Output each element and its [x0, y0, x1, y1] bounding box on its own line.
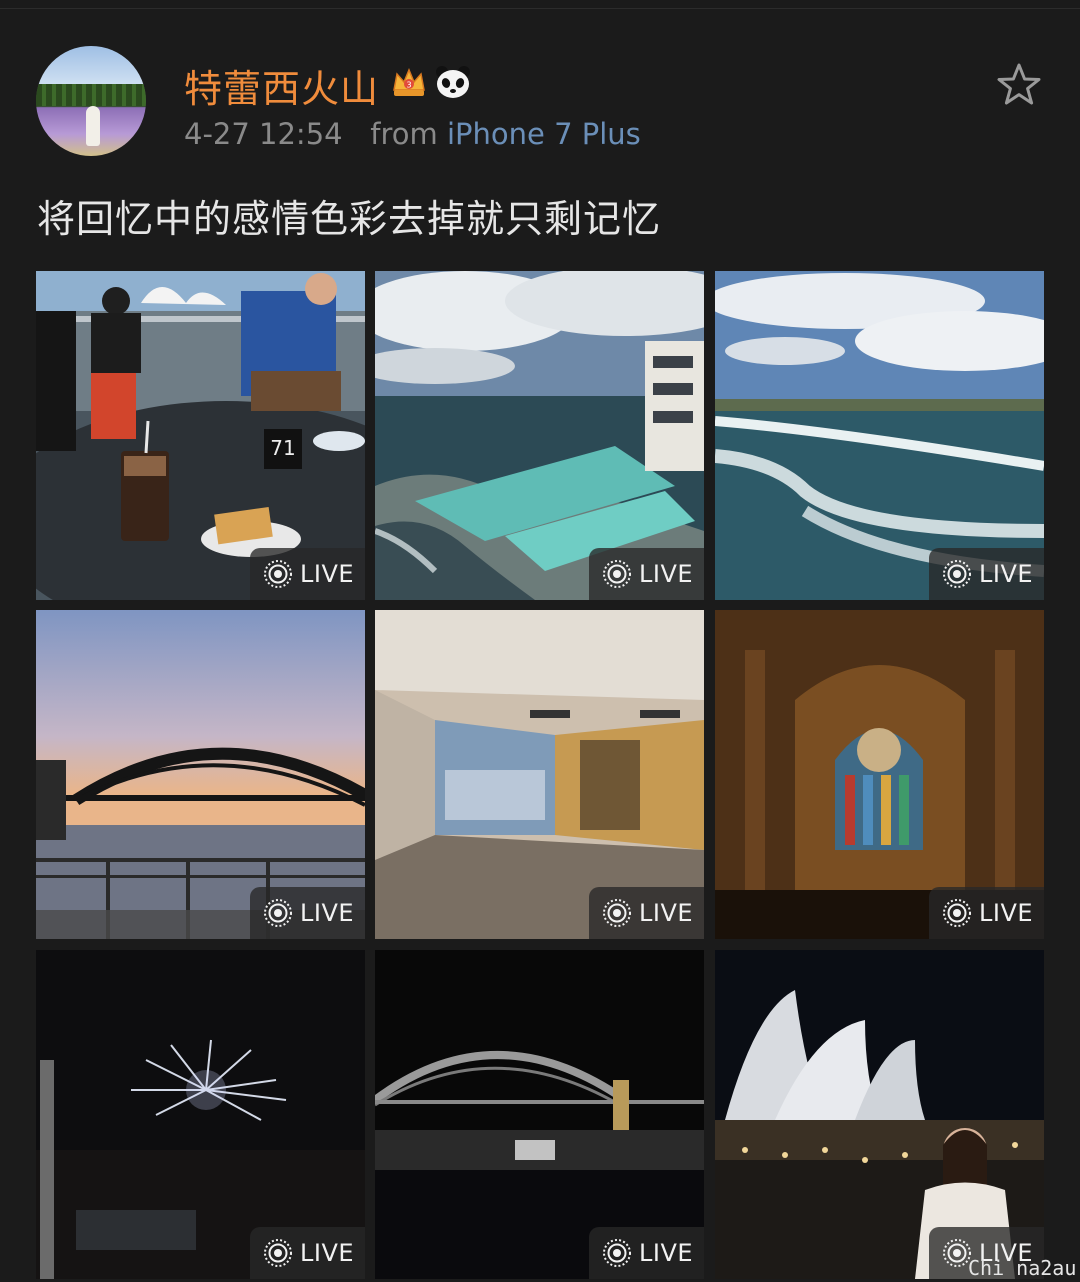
photo-harbour-bridge-sunset[interactable]: LIVE	[36, 610, 365, 939]
post-text: 将回忆中的感情色彩去掉就只剩记忆	[37, 197, 662, 241]
live-badge[interactable]: LIVE	[250, 1227, 365, 1279]
live-photo-icon	[264, 1239, 292, 1267]
live-photo-icon	[943, 899, 971, 927]
photo-beach-waves[interactable]: LIVE	[715, 271, 1044, 600]
live-badge[interactable]: LIVE	[589, 548, 704, 600]
svg-text:71: 71	[270, 436, 295, 460]
photo-ocean-pool[interactable]: LIVE	[375, 271, 704, 600]
photo-cathedral-interior[interactable]: LIVE	[715, 610, 1044, 939]
live-badge[interactable]: LIVE	[589, 887, 704, 939]
live-photo-icon	[603, 1239, 631, 1267]
photo-opera-house-portrait[interactable]: LIVE	[715, 950, 1044, 1279]
live-photo-icon	[603, 899, 631, 927]
watermark: Chi na2au	[968, 1256, 1077, 1280]
live-badge[interactable]: LIVE	[929, 887, 1044, 939]
live-badge[interactable]: LIVE	[250, 548, 365, 600]
from-label: from	[370, 117, 438, 151]
panda-badge-icon[interactable]	[434, 64, 472, 100]
photo-gallery-projection[interactable]: LIVE	[375, 610, 704, 939]
divider	[0, 8, 1080, 9]
live-photo-icon	[943, 560, 971, 588]
live-badge[interactable]: LIVE	[929, 548, 1044, 600]
live-photo-icon	[264, 899, 292, 927]
photo-cafe[interactable]: 71 LIVE	[36, 271, 365, 600]
crown-badge-icon[interactable]: 3	[390, 64, 428, 100]
device-link[interactable]: iPhone 7 Plus	[447, 117, 641, 151]
live-badge[interactable]: LIVE	[589, 1227, 704, 1279]
star-outline-icon[interactable]	[996, 62, 1042, 106]
post-meta: 4-27 12:54 from iPhone 7 Plus	[184, 117, 641, 151]
timestamp: 4-27 12:54	[184, 117, 343, 151]
photo-fireworks[interactable]: LIVE	[36, 950, 365, 1279]
live-photo-icon	[264, 560, 292, 588]
live-badge[interactable]: LIVE	[250, 887, 365, 939]
photo-harbour-bridge-night[interactable]: LIVE	[375, 950, 704, 1279]
live-photo-icon	[603, 560, 631, 588]
avatar[interactable]	[36, 46, 146, 156]
username[interactable]: 特蕾西火山	[184, 58, 379, 113]
svg-text:3: 3	[406, 81, 411, 90]
